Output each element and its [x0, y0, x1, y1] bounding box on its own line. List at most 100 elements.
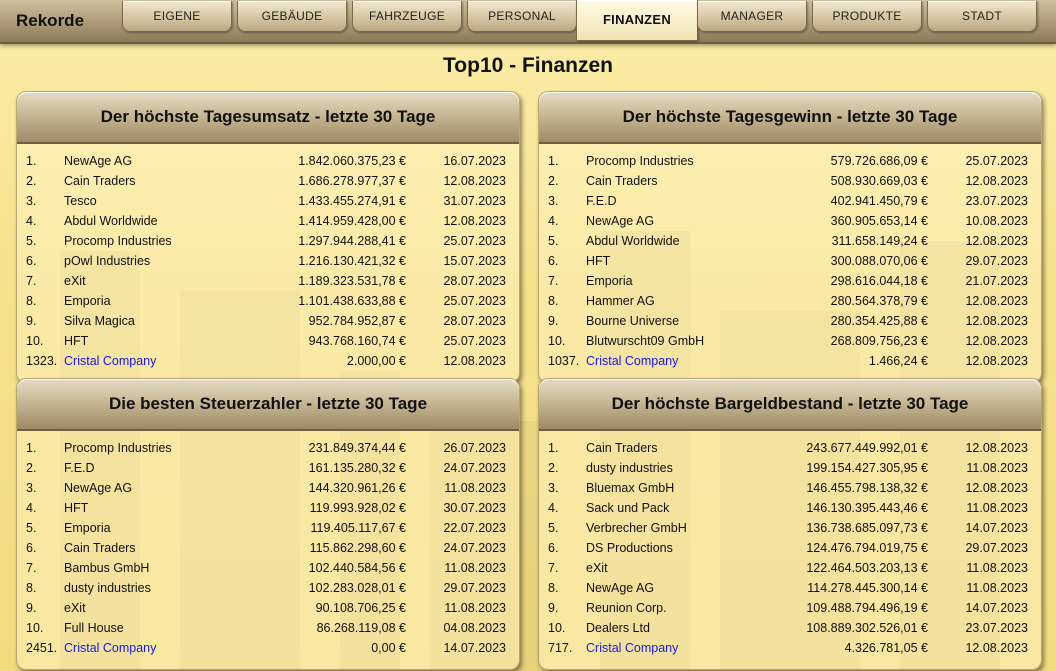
- ranking-row: 2. Cain Traders 1.686.278.977,37 € 12.08.20…: [17, 171, 519, 191]
- company-name[interactable]: Hammer AG: [586, 294, 655, 308]
- company-name[interactable]: dusty industries: [64, 581, 151, 595]
- rank-number: 1.: [26, 154, 37, 168]
- company-name[interactable]: eXit: [586, 561, 608, 575]
- ranking-row: 6. DS Productions 124.476.794.019,75 € 29.0…: [539, 538, 1041, 558]
- tab-fahrzeuge[interactable]: FAHRZEUGE: [352, 1, 462, 32]
- ranking-row: 7. eXit 122.464.503.203,13 € 11.08.2023: [539, 558, 1041, 578]
- company-name[interactable]: pOwl Industries: [64, 254, 150, 268]
- amount-value: 300.088.070,06 €: [830, 254, 928, 268]
- company-name[interactable]: Blutwurscht09 GmbH: [586, 334, 704, 348]
- tab-stadt[interactable]: STADT: [927, 1, 1037, 32]
- company-name[interactable]: Silva Magica: [64, 314, 135, 328]
- amount-value: 1.189.323.531,78 €: [298, 274, 406, 288]
- tab-finanzen[interactable]: FINANZEN: [576, 0, 698, 41]
- rank-number: 6.: [548, 254, 559, 268]
- tab-gebaeude[interactable]: GEBÄUDE: [237, 1, 347, 32]
- company-name[interactable]: Emporia: [64, 521, 111, 535]
- rank-number: 717.: [548, 641, 573, 655]
- rank-number: 10.: [26, 334, 44, 348]
- own-company-link[interactable]: Cristal Company: [586, 354, 678, 368]
- rank-number: 3.: [548, 194, 559, 208]
- rank-number: 8.: [548, 294, 559, 308]
- company-name[interactable]: eXit: [64, 274, 86, 288]
- rank-number: 6.: [548, 541, 559, 555]
- company-name[interactable]: eXit: [64, 601, 86, 615]
- rank-number: 4.: [548, 501, 559, 515]
- company-name[interactable]: F.E.D: [586, 194, 617, 208]
- ranking-row: 4. Abdul Worldwide 1.414.959.428,00 € 12.08…: [17, 211, 519, 231]
- own-company-link[interactable]: Cristal Company: [64, 641, 156, 655]
- company-name[interactable]: Sack und Pack: [586, 501, 669, 515]
- company-name[interactable]: Reunion Corp.: [586, 601, 667, 615]
- amount-value: 124.476.794.019,75 €: [806, 541, 928, 555]
- company-name[interactable]: Emporia: [586, 274, 633, 288]
- amount-value: 1.433.455.274,91 €: [298, 194, 406, 208]
- company-name[interactable]: Emporia: [64, 294, 111, 308]
- company-name[interactable]: HFT: [64, 501, 88, 515]
- record-date: 14.07.2023: [965, 521, 1028, 535]
- rank-number: 3.: [26, 194, 37, 208]
- top-navigation-bar: Rekorde EIGENE GEBÄUDE FAHRZEUGE PERSONA…: [0, 0, 1056, 44]
- company-name[interactable]: Cain Traders: [586, 174, 658, 188]
- ranking-list: 1. Procomp Industries 231.849.374,44 € 26.0…: [17, 431, 519, 658]
- tab-produkte[interactable]: PRODUKTE: [812, 1, 922, 32]
- record-date: 12.08.2023: [443, 174, 506, 188]
- rank-number: 8.: [26, 294, 37, 308]
- company-name[interactable]: NewAge AG: [64, 481, 132, 495]
- company-name[interactable]: Abdul Worldwide: [586, 234, 680, 248]
- company-name[interactable]: HFT: [64, 334, 88, 348]
- company-name[interactable]: Bourne Universe: [586, 314, 679, 328]
- company-name[interactable]: Procomp Industries: [64, 234, 172, 248]
- record-date: 12.08.2023: [965, 641, 1028, 655]
- company-name[interactable]: Tesco: [64, 194, 97, 208]
- company-name[interactable]: Abdul Worldwide: [64, 214, 158, 228]
- rank-number: 2.: [26, 461, 37, 475]
- own-company-link[interactable]: Cristal Company: [64, 354, 156, 368]
- rank-number: 5.: [548, 521, 559, 535]
- rank-number: 7.: [548, 274, 559, 288]
- rank-number: 2.: [26, 174, 37, 188]
- company-name[interactable]: NewAge AG: [586, 581, 654, 595]
- record-date: 14.07.2023: [443, 641, 506, 655]
- tab-manager[interactable]: MANAGER: [697, 1, 807, 32]
- company-name[interactable]: Cain Traders: [64, 174, 136, 188]
- company-name[interactable]: DS Productions: [586, 541, 673, 555]
- ranking-row: 8. NewAge AG 114.278.445.300,14 € 11.08.202…: [539, 578, 1041, 598]
- ranking-list: 1. NewAge AG 1.842.060.375,23 € 16.07.2023 2…: [17, 144, 519, 371]
- tab-eigene[interactable]: EIGENE: [122, 1, 232, 32]
- company-name[interactable]: Bambus GmbH: [64, 561, 149, 575]
- record-date: 23.07.2023: [965, 621, 1028, 635]
- ranking-row: 3. Tesco 1.433.455.274,91 € 31.07.2023: [17, 191, 519, 211]
- company-name[interactable]: Procomp Industries: [586, 154, 694, 168]
- company-name[interactable]: Procomp Industries: [64, 441, 172, 455]
- amount-value: 161.135.280,32 €: [308, 461, 406, 475]
- company-name[interactable]: F.E.D: [64, 461, 95, 475]
- company-name[interactable]: NewAge AG: [64, 154, 132, 168]
- company-name[interactable]: Full House: [64, 621, 124, 635]
- record-date: 11.08.2023: [966, 561, 1028, 575]
- amount-value: 115.862.298,60 €: [309, 541, 406, 555]
- record-date: 12.08.2023: [965, 481, 1028, 495]
- company-name[interactable]: Cain Traders: [64, 541, 136, 555]
- rank-number: 7.: [26, 274, 37, 288]
- record-date: 28.07.2023: [443, 274, 506, 288]
- ranking-row: 7. eXit 1.189.323.531,78 € 28.07.2023: [17, 271, 519, 291]
- record-date: 25.07.2023: [965, 154, 1028, 168]
- company-name[interactable]: HFT: [586, 254, 610, 268]
- company-name[interactable]: dusty industries: [586, 461, 673, 475]
- company-name[interactable]: Cain Traders: [586, 441, 658, 455]
- own-company-link[interactable]: Cristal Company: [586, 641, 678, 655]
- panel-revenue: Der höchste Tagesumsatz - letzte 30 Tage…: [16, 91, 520, 383]
- ranking-row: 3. F.E.D 402.941.450,79 € 23.07.2023: [539, 191, 1041, 211]
- record-date: 29.07.2023: [443, 581, 506, 595]
- company-name[interactable]: Dealers Ltd: [586, 621, 650, 635]
- company-name[interactable]: NewAge AG: [586, 214, 654, 228]
- amount-value: 4.326.781,05 €: [844, 641, 928, 655]
- tab-personal[interactable]: PERSONAL: [467, 1, 577, 32]
- company-name[interactable]: Bluemax GmbH: [586, 481, 674, 495]
- company-name[interactable]: Verbrecher GmbH: [586, 521, 687, 535]
- rank-number: 9.: [548, 601, 559, 615]
- rank-number: 9.: [26, 601, 37, 615]
- amount-value: 146.130.395.443,46 €: [806, 501, 928, 515]
- amount-value: 298.616.044,18 €: [830, 274, 928, 288]
